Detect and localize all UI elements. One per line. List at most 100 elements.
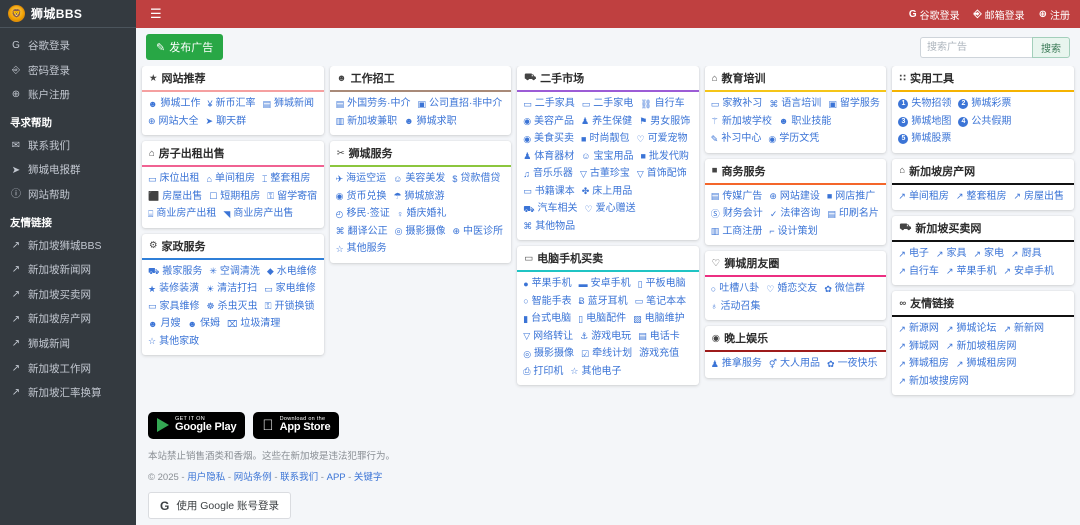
category-link[interactable]: ● 苹果手机 bbox=[523, 277, 571, 292]
category-link[interactable]: ▣ 留学服务 bbox=[828, 97, 880, 112]
category-link[interactable]: ☑ 牵线计划 bbox=[581, 347, 632, 362]
category-link[interactable]: ◉ 货币兑换 bbox=[336, 190, 387, 205]
sidebar-link-6[interactable]: ↗ 新加坡汇率换算 bbox=[0, 381, 136, 406]
hamburger-icon[interactable]: ☰ bbox=[146, 6, 166, 22]
category-link[interactable]: ⚚ 新加坡学校 bbox=[711, 115, 772, 130]
category-link[interactable]: ♫ 音乐乐器 bbox=[523, 167, 573, 182]
category-link[interactable]: ☺ 美容美发 bbox=[393, 172, 445, 187]
google-play-badge[interactable]: GET IT ON Google Play bbox=[148, 411, 246, 439]
category-link[interactable]: ⚥ 大人用品 bbox=[769, 357, 820, 372]
category-link[interactable]: ✓ 法律咨询 bbox=[770, 207, 821, 222]
category-link[interactable]: ↗ 狮城网 bbox=[898, 340, 939, 355]
category-link[interactable]: ☆ 其他家政 bbox=[148, 335, 199, 350]
category-link[interactable]: ☻ 保姆 bbox=[187, 317, 219, 332]
category-link[interactable]: ↗ 狮城租房 bbox=[898, 357, 949, 372]
footer-link[interactable]: 关键字 bbox=[354, 472, 383, 483]
category-link[interactable]: 游戏充值 bbox=[639, 347, 679, 362]
category-link[interactable]: ✎ 补习中心 bbox=[711, 132, 762, 147]
category-link[interactable]: ♡ 婚恋交友 bbox=[766, 282, 817, 297]
sidebar-item-google-login[interactable]: G 谷歌登录 bbox=[0, 34, 136, 59]
sidebar-item-register[interactable]: ⊕ 账户注册 bbox=[0, 83, 136, 108]
category-link[interactable]: ↗ 整套租房 bbox=[956, 190, 1007, 205]
category-link[interactable]: ↗ 单间租房 bbox=[898, 190, 949, 205]
category-link[interactable]: ⛟ 搬家服务 bbox=[148, 265, 202, 280]
category-link[interactable]: ☻ 狮城求职 bbox=[404, 115, 456, 130]
category-link[interactable]: ✿ 一夜快乐 bbox=[827, 357, 878, 372]
topbar-google-login[interactable]: G 谷歌登录 bbox=[909, 7, 960, 22]
sidebar-link-2[interactable]: ↗ 新加坡买卖网 bbox=[0, 283, 136, 308]
footer-link[interactable]: 网站条例 bbox=[234, 472, 272, 483]
category-link[interactable]: ▯ 电脑配件 bbox=[578, 312, 626, 327]
category-link[interactable]: ▤ 传媒广告 bbox=[711, 190, 763, 205]
category-link[interactable]: ⌘ 语言培训 bbox=[769, 97, 821, 112]
sidebar-item-password-login[interactable]: ⎆ 密码登录 bbox=[0, 59, 136, 84]
category-link[interactable]: ↗ 苹果手机 bbox=[946, 265, 997, 280]
sidebar-link-1[interactable]: ↗ 新加坡新闻网 bbox=[0, 258, 136, 283]
category-link[interactable]: ⌘ 其他物品 bbox=[523, 220, 575, 235]
category-link[interactable]: ■ 批发代购 bbox=[640, 150, 688, 165]
category-link[interactable]: ✿ 微信群 bbox=[824, 282, 865, 297]
sidebar-link-4[interactable]: ↗ 狮城新闻 bbox=[0, 332, 136, 357]
footer-link[interactable]: 用户隐私 bbox=[187, 472, 225, 483]
category-link[interactable]: ▤ 印刷名片 bbox=[827, 207, 879, 222]
category-link[interactable]: ⚿ 开锁换锁 bbox=[265, 300, 315, 315]
category-link[interactable]: ▤ 狮城新闻 bbox=[263, 97, 315, 112]
category-link[interactable]: ◉ 美容产品 bbox=[523, 115, 574, 130]
category-link[interactable]: ▭ 笔记本本 bbox=[635, 295, 687, 310]
category-link[interactable]: ⬛ 房屋出售 bbox=[148, 190, 202, 205]
category-link[interactable]: ♟ 养生保健 bbox=[581, 115, 632, 130]
category-link[interactable]: ✳ 空调清洗 bbox=[209, 265, 260, 280]
category-link[interactable]: ↗ 房屋出售 bbox=[1013, 190, 1064, 205]
category-link[interactable]: ➤ 聊天群 bbox=[206, 115, 247, 130]
footer-link[interactable]: 联系我们 bbox=[280, 472, 318, 483]
category-link[interactable]: ⛟ 汽车相关 bbox=[523, 202, 577, 217]
category-link[interactable]: 1 失物招领 bbox=[898, 97, 951, 112]
category-link[interactable]: ☻ 狮城工作 bbox=[148, 97, 200, 112]
sidebar-link-0[interactable]: ↗ 新加坡狮城BBS bbox=[0, 234, 136, 259]
sidebar-link-5[interactable]: ↗ 新加坡工作网 bbox=[0, 357, 136, 382]
category-link[interactable]: ▭ 二手家具 bbox=[523, 97, 575, 112]
category-link[interactable]: ☺ 宝宝用品 bbox=[581, 150, 633, 165]
category-link[interactable]: ⚑ 男女服饰 bbox=[639, 115, 690, 130]
post-ad-button[interactable]: ✎ 发布广告 bbox=[146, 34, 224, 60]
category-link[interactable]: ◆ 水电维修 bbox=[267, 265, 317, 280]
category-link[interactable]: ↗ 家具 bbox=[936, 247, 967, 262]
category-link[interactable]: ⌸ 商业房产出租 bbox=[148, 207, 216, 222]
category-link[interactable]: ▥ 工商注册 bbox=[711, 225, 763, 240]
category-link[interactable]: ◎ 摄影摄像 bbox=[523, 347, 574, 362]
sidebar-item-telegram[interactable]: ➤ 狮城电报群 bbox=[0, 158, 136, 183]
category-link[interactable]: ▭ 床位出租 bbox=[148, 172, 200, 187]
category-link[interactable]: ↗ 家电 bbox=[973, 247, 1004, 262]
category-link[interactable]: ☻ 月嫂 bbox=[148, 317, 180, 332]
category-link[interactable]: ▭ 二手家电 bbox=[582, 97, 634, 112]
category-link[interactable]: ◥ 商业房产出售 bbox=[223, 207, 293, 222]
category-link[interactable]: ⛓ 自行车 bbox=[640, 97, 684, 112]
category-link[interactable]: ▭ 家电维修 bbox=[264, 282, 316, 297]
category-link[interactable]: ↗ 新新网 bbox=[1003, 322, 1044, 337]
category-link[interactable]: ▽ 首饰配饰 bbox=[637, 167, 687, 182]
search-button[interactable]: 搜索 bbox=[1032, 36, 1070, 58]
category-link[interactable]: ↗ 狮城租房网 bbox=[956, 357, 1017, 372]
category-link[interactable]: ☀ 清洁打扫 bbox=[206, 282, 257, 297]
category-link[interactable]: ⌘ 翻译公正 bbox=[336, 225, 388, 240]
category-link[interactable]: ◴ 移民·签证 bbox=[336, 207, 390, 222]
footer-link[interactable]: APP bbox=[327, 472, 346, 483]
category-link[interactable]: ▬ 安卓手机 bbox=[579, 277, 631, 292]
category-link[interactable]: ♀ 婚庆婚礼 bbox=[397, 207, 447, 222]
category-link[interactable]: ⌂ 单间租房 bbox=[207, 172, 255, 187]
category-link[interactable]: ◉ 美食买卖 bbox=[523, 132, 574, 147]
category-link[interactable]: ◉ 学历文凭 bbox=[768, 132, 819, 147]
google-signin-button[interactable]: G 使用 Google 账号登录 bbox=[148, 492, 292, 519]
category-link[interactable]: ⊕ 网站建设 bbox=[769, 190, 820, 205]
app-store-badge[interactable]:  Download on the App Store bbox=[253, 411, 340, 439]
category-link[interactable]: ⌧ 垃圾清理 bbox=[227, 317, 280, 332]
category-link[interactable]: ▭ 家教补习 bbox=[711, 97, 763, 112]
category-link[interactable]: ▯ 平板电脑 bbox=[638, 277, 686, 292]
category-link[interactable]: 3 狮城地图 bbox=[898, 115, 951, 130]
category-link[interactable]: ↗ 新加坡租房网 bbox=[946, 340, 1017, 355]
category-link[interactable]: ⊕ 网站大全 bbox=[148, 115, 199, 130]
category-link[interactable]: ☆ 其他服务 bbox=[336, 242, 387, 257]
category-link[interactable]: ♁ 活动召集 bbox=[711, 300, 761, 315]
topbar-register[interactable]: ⊕ 注册 bbox=[1039, 7, 1070, 22]
category-link[interactable]: ○ 智能手表 bbox=[523, 295, 571, 310]
